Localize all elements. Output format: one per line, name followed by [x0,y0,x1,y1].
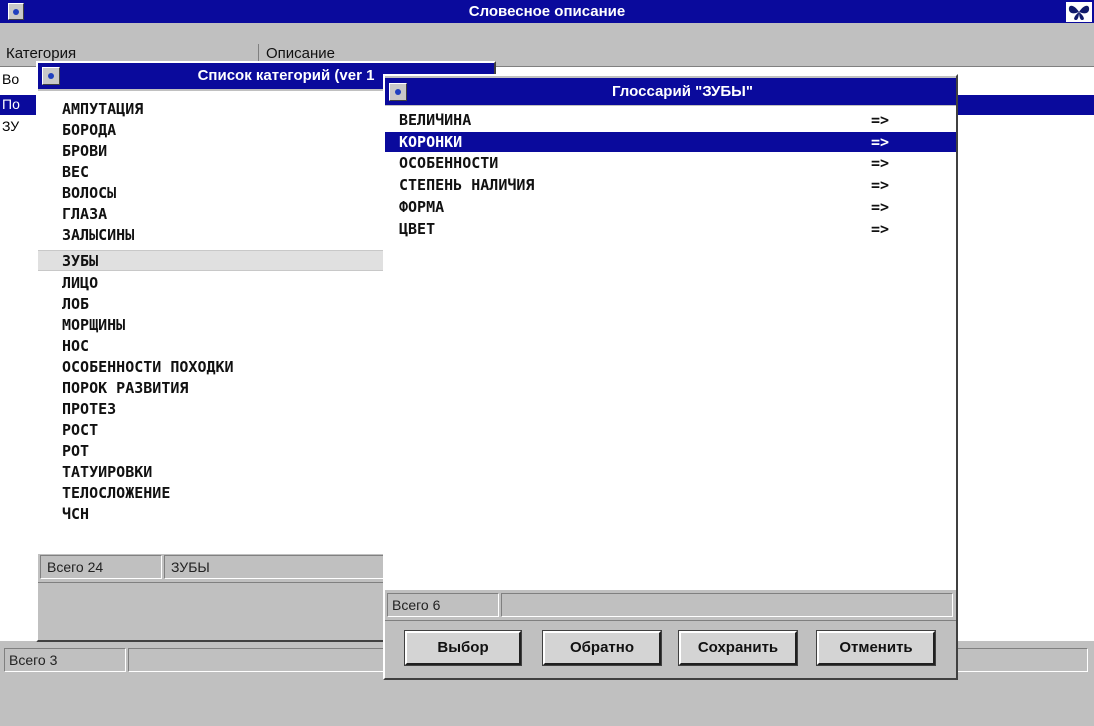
main-title-bar: Словесное описание [0,0,1094,23]
row-category: Во [2,71,20,87]
cancel-button[interactable]: Отменить [816,630,936,666]
system-menu-icon[interactable] [42,67,60,85]
list-item[interactable]: НОС [38,336,384,357]
glossary-item[interactable]: ОСОБЕННОСТИ => [385,152,956,174]
system-menu-icon[interactable] [8,3,24,20]
list-item[interactable]: ЛИЦО [38,273,384,294]
categories-status-total-text: Всего 24 [47,559,104,575]
back-button[interactable]: Обратно [542,630,662,666]
column-header-category[interactable]: Категория [6,45,76,62]
main-status-total-text: Всего 3 [9,652,58,668]
expand-arrow-icon: => [871,220,890,238]
expand-arrow-icon: => [871,111,890,129]
glossary-item[interactable]: СТЕПЕНЬ НАЛИЧИЯ => [385,174,956,196]
list-item[interactable]: ГЛАЗА [38,204,384,225]
glossary-list[interactable]: ВЕЛИЧИНА => КОРОНКИ => ОСОБЕННОСТИ => СТ… [385,106,956,590]
column-header-description[interactable]: Описание [266,45,335,62]
list-item[interactable]: АМПУТАЦИЯ [38,99,384,120]
list-item[interactable]: РОТ [38,441,384,462]
system-menu-icon[interactable] [389,83,407,101]
list-item[interactable]: ЧСН [38,504,384,525]
row-category: ЗУ [2,118,20,134]
list-item[interactable]: ВЕС [38,162,384,183]
glossary-item-label: СТЕПЕНЬ НАЛИЧИЯ [399,176,535,194]
glossary-status-bar: Всего 6 [385,592,956,618]
select-button[interactable]: Выбор [404,630,522,666]
main-status-total: Всего 3 [4,648,126,672]
list-item[interactable]: РОСТ [38,420,384,441]
glossary-button-panel: Выбор Обратно Сохранить Отменить [385,620,956,679]
glossary-item[interactable]: ВЕЛИЧИНА => [385,109,956,131]
expand-arrow-icon: => [871,154,890,172]
list-item[interactable]: ВОЛОСЫ [38,183,384,204]
list-item[interactable]: ЛОБ [38,294,384,315]
glossary-item[interactable]: ФОРМА => [385,196,956,218]
glossary-status-total-text: Всего 6 [392,597,441,613]
list-item[interactable]: ПРОТЕЗ [38,399,384,420]
glossary-status-total: Всего 6 [387,593,499,617]
glossary-item-label: КОРОНКИ [399,133,463,151]
butterfly-icon[interactable] [1066,2,1092,22]
glossary-window: Глоссарий "ЗУБЫ" ВЕЛИЧИНА => КОРОНКИ => … [383,74,958,680]
list-item[interactable]: ОСОБЕННОСТИ ПОХОДКИ [38,357,384,378]
glossary-item-label: ОСОБЕННОСТИ [399,154,499,172]
glossary-item-label: ФОРМА [399,198,445,216]
expand-arrow-icon: => [871,176,890,194]
categories-status-total: Всего 24 [40,555,162,579]
list-item[interactable]: МОРЩИНЫ [38,315,384,336]
list-item[interactable]: БОРОДА [38,120,384,141]
list-item[interactable]: ПОРОК РАЗВИТИЯ [38,378,384,399]
categories-status-current: ЗУБЫ [164,555,386,579]
categories-window-title: Список категорий (ver 1 [197,67,375,84]
main-window-title: Словесное описание [468,3,626,20]
row-category: По [2,96,20,112]
glossary-window-title: Глоссарий "ЗУБЫ" [612,83,753,100]
expand-arrow-icon: => [871,198,890,216]
categories-status-current-text: ЗУБЫ [171,559,210,575]
glossary-title-bar: Глоссарий "ЗУБЫ" [385,78,956,105]
glossary-status-extra [501,593,953,617]
expand-arrow-icon: => [871,133,890,151]
list-item[interactable]: ТЕЛОСЛОЖЕНИЕ [38,483,384,504]
list-item-selected[interactable]: ЗУБЫ [38,250,384,271]
glossary-item-selected[interactable]: КОРОНКИ => [385,132,956,152]
glossary-item-label: ЦВЕТ [399,220,436,238]
list-item[interactable]: ТАТУИРОВКИ [38,462,384,483]
glossary-item[interactable]: ЦВЕТ => [385,218,956,240]
categories-list[interactable]: АМПУТАЦИЯ БОРОДА БРОВИ ВЕС ВОЛОСЫ ГЛАЗА … [38,91,384,554]
list-item[interactable]: БРОВИ [38,141,384,162]
glossary-item-label: ВЕЛИЧИНА [399,111,472,129]
save-button[interactable]: Сохранить [678,630,798,666]
list-item[interactable]: ЗАЛЫСИНЫ [38,225,384,246]
